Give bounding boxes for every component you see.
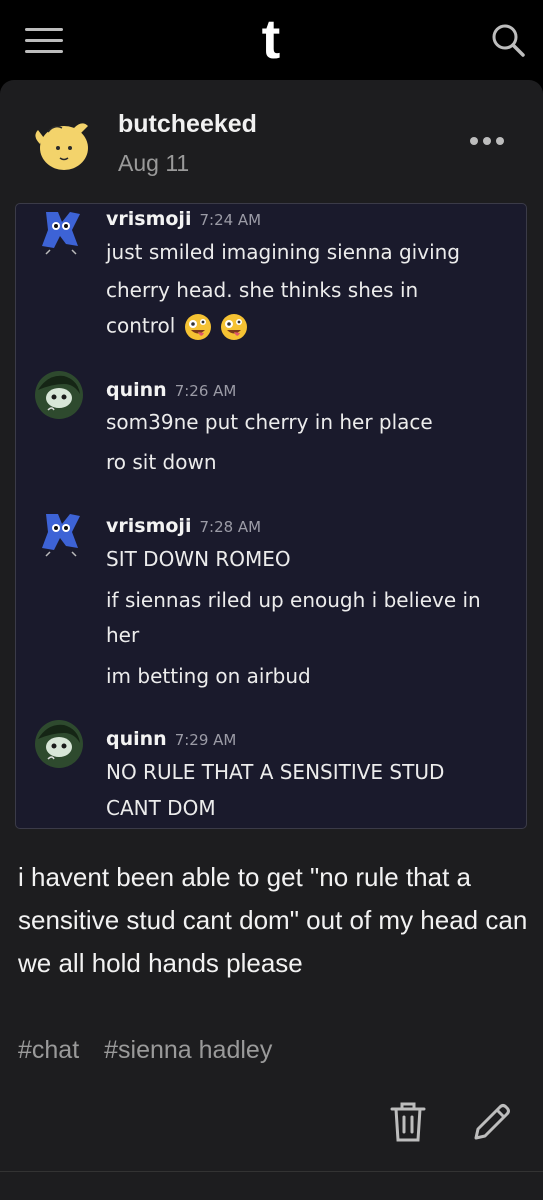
tag-link[interactable]: #chat xyxy=(18,1036,79,1064)
post-date: Aug 11 xyxy=(118,150,190,176)
top-bar: t xyxy=(0,0,543,80)
message-line: SIT DOWN ROMEO xyxy=(106,547,291,571)
message-line: som39ne put cherry in her place xyxy=(106,410,433,434)
post-body: i havent been able to get "no rule that … xyxy=(18,862,528,978)
message-author: vrismoji 7:24 AM xyxy=(106,208,262,230)
message-author: quinn 7:29 AM xyxy=(106,728,237,750)
vrismoji-avatar xyxy=(42,514,80,557)
chat-screenshot: vrismoji 7:24 AM just smiled imagining si… xyxy=(15,203,527,829)
message-line: control xyxy=(106,313,248,341)
message-line: her xyxy=(106,623,140,647)
message-line: im betting on airbud xyxy=(106,664,311,688)
message-line: CANT DOM xyxy=(106,796,216,820)
hamburger-icon[interactable] xyxy=(25,28,63,54)
message-time: 7:26 AM xyxy=(174,382,237,400)
tag-link[interactable]: #sienna hadley xyxy=(104,1036,272,1064)
message-line: if siennas riled up enough i believe in xyxy=(106,588,481,612)
zany-face-emoji-icon xyxy=(184,314,211,340)
post-author[interactable]: butcheeked xyxy=(118,110,257,139)
message-time: 7:24 AM xyxy=(199,211,262,229)
message-author: vrismoji 7:28 AM xyxy=(106,515,262,537)
edit-pencil-icon[interactable] xyxy=(470,1100,514,1144)
message-line: cherry head. she thinks shes in xyxy=(106,278,419,302)
search-icon[interactable] xyxy=(490,22,526,58)
author-avatar[interactable] xyxy=(30,114,94,174)
message-time: 7:29 AM xyxy=(174,731,237,749)
tumblr-logo[interactable]: t xyxy=(251,11,291,67)
divider xyxy=(0,1171,543,1172)
zany-face-emoji-icon xyxy=(221,314,248,340)
post-tags: #chat #sienna hadley xyxy=(18,1036,290,1065)
trash-icon[interactable] xyxy=(388,1100,428,1144)
message-line: NO RULE THAT A SENSITIVE STUD xyxy=(106,760,445,784)
vrismoji-avatar xyxy=(42,212,80,255)
message-line: just smiled imagining sienna giving xyxy=(106,240,460,264)
quinn-avatar xyxy=(35,371,83,419)
message-author: quinn 7:26 AM xyxy=(106,379,237,401)
message-time: 7:28 AM xyxy=(199,518,262,536)
quinn-avatar xyxy=(35,720,83,768)
more-options-icon[interactable] xyxy=(470,137,504,147)
message-line: ro sit down xyxy=(106,450,217,474)
